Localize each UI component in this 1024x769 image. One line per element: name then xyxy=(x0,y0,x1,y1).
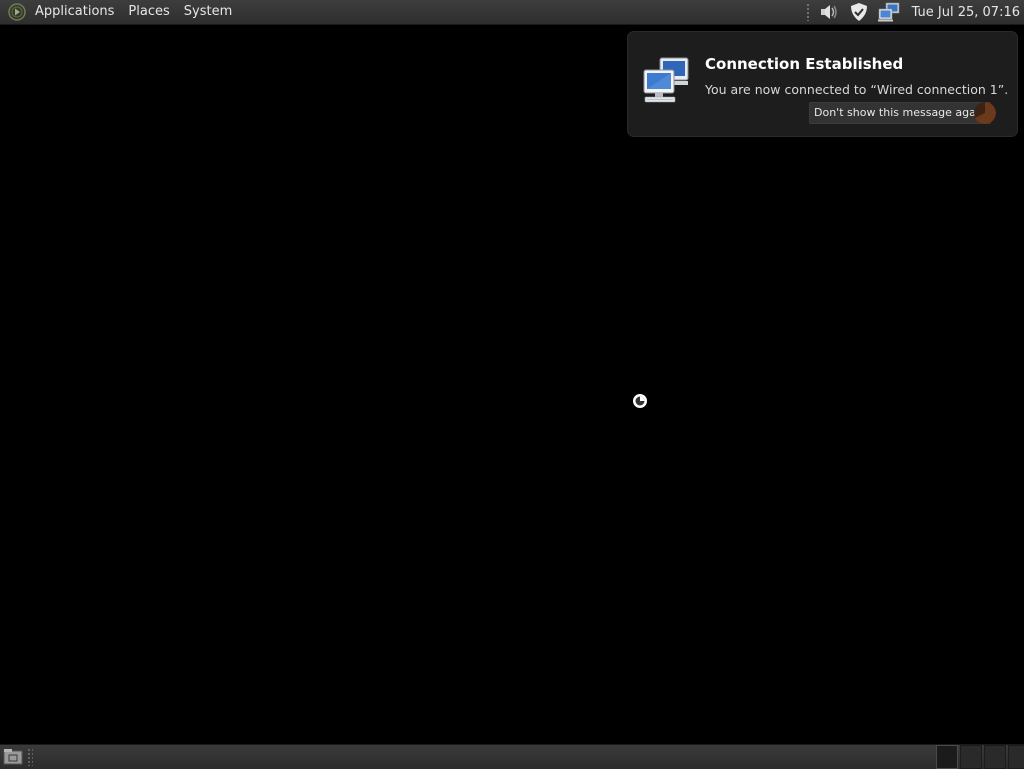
workspace-3[interactable] xyxy=(984,745,1006,769)
workspace-switcher xyxy=(936,745,1024,769)
connection-notification[interactable]: Connection Established You are now conne… xyxy=(628,32,1017,136)
dont-show-again-button[interactable]: Don't show this message again xyxy=(809,102,991,124)
network-computers-icon xyxy=(642,56,692,104)
volume-icon[interactable] xyxy=(817,1,841,23)
notification-body: You are now connected to “Wired connecti… xyxy=(705,82,1009,97)
workspace-1[interactable] xyxy=(936,745,958,769)
shield-icon[interactable] xyxy=(847,1,871,23)
system-menu[interactable]: System xyxy=(177,0,239,24)
notification-title: Connection Established xyxy=(705,55,904,73)
busy-cursor-icon xyxy=(631,392,649,410)
applications-menu[interactable]: Applications xyxy=(28,0,121,24)
timeout-indicator-icon xyxy=(972,100,998,126)
panel-drag-handle[interactable] xyxy=(27,748,33,766)
top-panel: Applications Places System Tue Jul 25, 0… xyxy=(0,0,1024,25)
system-tray: Tue Jul 25, 07:16 xyxy=(805,0,1024,24)
show-desktop-icon[interactable] xyxy=(2,747,24,767)
workspace-2[interactable] xyxy=(960,745,982,769)
panel-drag-handle[interactable] xyxy=(805,3,810,21)
places-menu[interactable]: Places xyxy=(121,0,176,24)
workspace-4[interactable] xyxy=(1008,745,1024,769)
network-icon[interactable] xyxy=(877,1,901,23)
clock[interactable]: Tue Jul 25, 07:16 xyxy=(904,5,1024,20)
distro-logo-icon[interactable] xyxy=(6,1,28,23)
bottom-panel xyxy=(0,744,1024,769)
